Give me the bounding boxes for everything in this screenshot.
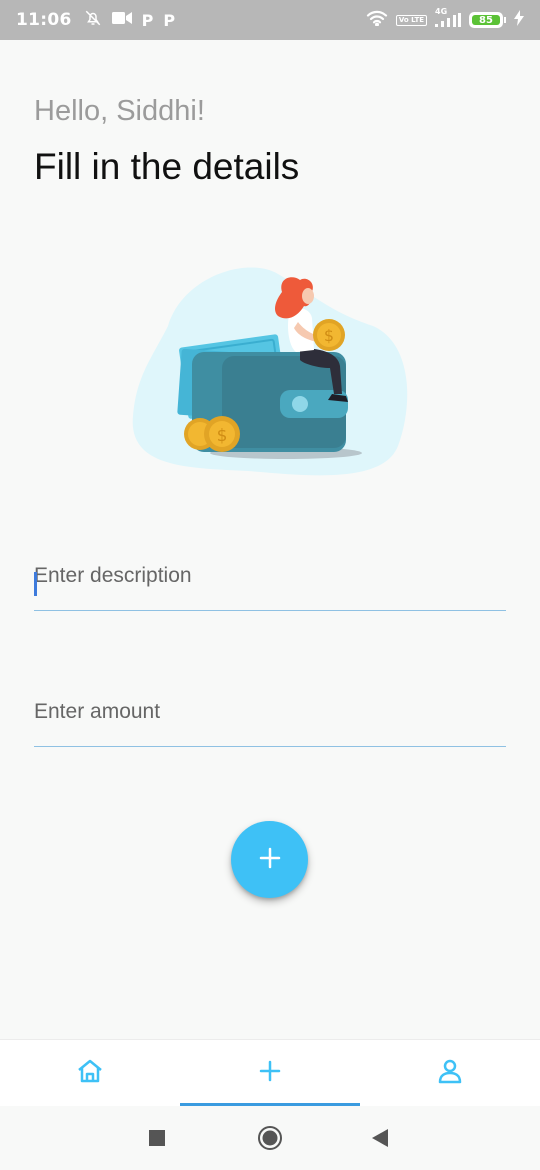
bottom-navigation [0,1039,540,1106]
bell-off-icon [84,9,102,32]
plus-icon [259,1060,281,1087]
page-title: Fill in the details [34,146,300,187]
nav-item-add[interactable] [180,1040,360,1106]
recent-apps-button[interactable] [149,1130,165,1146]
square-icon [149,1130,165,1146]
p-icon: P [141,10,154,30]
battery-icon: 85 [469,12,506,28]
video-icon [111,11,132,30]
circle-icon [258,1126,282,1150]
amount-input[interactable] [34,692,506,747]
signal-4g-icon: 4G [435,7,461,27]
charging-icon [514,9,524,31]
amount-field-container [34,692,506,754]
back-button[interactable] [372,1129,388,1147]
system-navigation-bar [0,1106,540,1170]
home-button[interactable] [258,1126,282,1150]
network-type-label: 4G [435,7,448,16]
text-caret [34,572,37,596]
svg-text:$: $ [217,426,228,446]
p-icon: P [163,10,176,30]
triangle-back-icon [372,1129,388,1147]
nav-item-profile[interactable] [360,1040,540,1106]
plus-icon [259,847,281,872]
wallet-girl-illustration: $ $ [128,256,412,486]
user-icon [437,1058,463,1089]
description-input[interactable] [34,556,506,611]
battery-level: 85 [472,15,500,26]
status-right-icons: Vo LTE 4G 85 [366,7,524,31]
status-left-icons: P P [84,9,175,32]
nav-item-home[interactable] [0,1040,180,1106]
greeting-text: Hello, Siddhi! [34,95,205,127]
volte-icon: Vo LTE [395,14,427,26]
wifi-icon [366,10,388,31]
svg-text:$: $ [324,326,334,345]
status-time: 11:06 [16,10,72,30]
home-icon [76,1058,104,1089]
description-field-container [34,556,506,618]
status-bar: 11:06 P P Vo LTE 4G 85 [0,0,540,40]
add-expense-button[interactable] [231,821,308,898]
